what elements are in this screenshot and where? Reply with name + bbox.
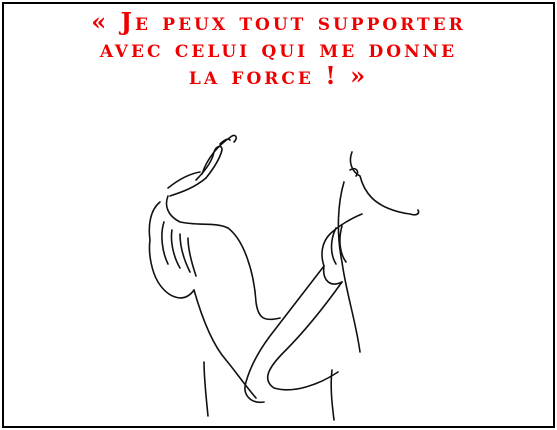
left-torso-edge (203, 361, 209, 417)
left-shoulder (165, 195, 229, 229)
quote-line-1: « Je peux tout supporter (91, 7, 466, 36)
quote-line-2: avec celui qui me donne (99, 34, 458, 63)
right-head (349, 151, 420, 216)
crossing-arm-upper (244, 265, 325, 404)
right-torso-edge (330, 369, 335, 421)
right-hand (321, 213, 363, 285)
right-back (337, 181, 361, 353)
embrace-illustration-icon (148, 134, 420, 421)
left-raised-hand (195, 134, 237, 181)
quote-line-3: la force ! » (188, 61, 369, 90)
poster-frame: « Je peux tout supporter avec celui qui … (2, 2, 555, 428)
quote-text: « Je peux tout supporter avec celui qui … (4, 8, 553, 89)
left-back (227, 227, 281, 321)
